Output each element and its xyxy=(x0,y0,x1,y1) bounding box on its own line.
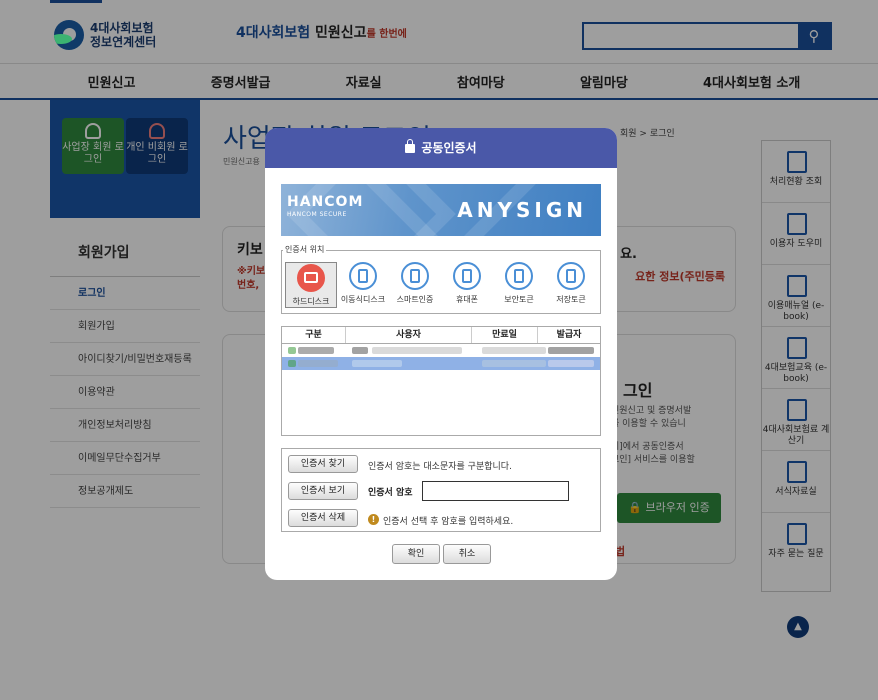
cert-location-legend: 인증서 위치 xyxy=(283,244,327,255)
view-cert-button[interactable]: 인증서 보기 xyxy=(288,482,358,500)
warning-icon: ! xyxy=(368,514,379,525)
case-sensitive-note: 인증서 암호는 대소문자를 구분합니다. xyxy=(368,462,512,472)
location-security-token[interactable]: 보안토큰 xyxy=(493,262,545,308)
hancom-logo: HANCOM xyxy=(287,194,364,210)
certificate-table: 구분 사용자 만료일 발급자 xyxy=(281,326,601,436)
find-cert-button[interactable]: 인증서 찾기 xyxy=(288,455,358,473)
location-smart-cert[interactable]: 스마트인증 xyxy=(389,262,441,308)
col-issuer[interactable]: 발급자 xyxy=(538,327,600,343)
password-warning: 인증서 선택 후 암호를 입력하세요. xyxy=(383,517,514,527)
hancom-secure-text: HANCOM SECURE xyxy=(287,211,347,218)
password-label: 인증서 암호 xyxy=(368,488,413,498)
cert-action-group: 인증서 찾기 인증서 암호는 대소문자를 구분합니다. 인증서 보기 인증서 암… xyxy=(281,448,601,532)
dialog-header: 공동인증서 xyxy=(265,128,617,168)
anysign-banner: HANCOM HANCOM SECURE ANYSIGN xyxy=(281,184,601,236)
dialog-title: 공동인증서 xyxy=(421,141,477,155)
mobile-phone-icon xyxy=(453,262,481,290)
table-header: 구분 사용자 만료일 발급자 xyxy=(282,327,600,344)
ok-button[interactable]: 확인 xyxy=(392,544,440,564)
security-token-icon xyxy=(505,262,533,290)
cert-location-options: 하드디스크 이동식디스크 스마트인증 휴대폰 보안토큰 저장토큰 xyxy=(285,262,597,308)
table-row[interactable] xyxy=(282,357,600,370)
location-storage-token[interactable]: 저장토큰 xyxy=(545,262,597,308)
hard-disk-icon xyxy=(297,264,325,292)
lock-icon xyxy=(405,139,416,153)
col-user[interactable]: 사용자 xyxy=(346,327,472,343)
usb-drive-icon xyxy=(349,262,377,290)
location-removable-disk[interactable]: 이동식디스크 xyxy=(337,262,389,308)
location-hard-disk[interactable]: 하드디스크 xyxy=(285,262,337,308)
delete-cert-button[interactable]: 인증서 삭제 xyxy=(288,509,358,527)
storage-token-icon xyxy=(557,262,585,290)
certificate-dialog: 공동인증서 HANCOM HANCOM SECURE ANYSIGN 인증서 위… xyxy=(265,128,617,580)
anysign-logo: ANYSIGN xyxy=(457,198,587,222)
cancel-button[interactable]: 취소 xyxy=(443,544,491,564)
cert-password-input[interactable] xyxy=(422,481,569,501)
col-type[interactable]: 구분 xyxy=(282,327,346,343)
location-mobile-phone[interactable]: 휴대폰 xyxy=(441,262,493,308)
col-expiry[interactable]: 만료일 xyxy=(472,327,538,343)
table-row[interactable] xyxy=(282,344,600,357)
smart-cert-icon xyxy=(401,262,429,290)
